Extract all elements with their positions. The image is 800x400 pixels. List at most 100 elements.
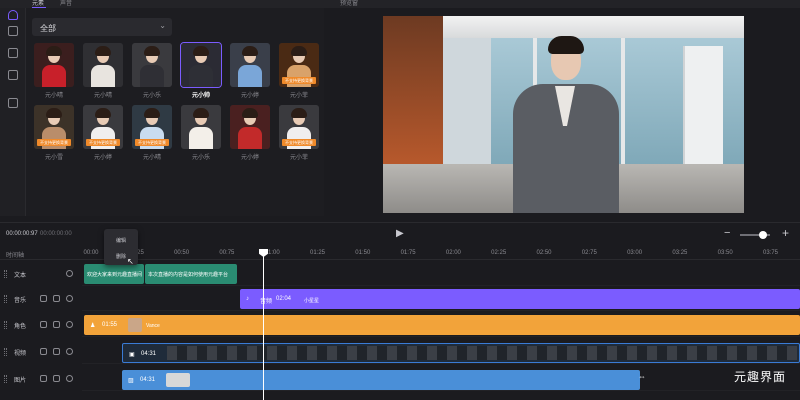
avatar-card[interactable]: 不支持更换背景 bbox=[132, 105, 172, 149]
role-name: Vance bbox=[146, 323, 160, 329]
avatar-body bbox=[42, 65, 66, 87]
filter-select[interactable]: 全部 ⌄ bbox=[32, 18, 172, 36]
avatar-card[interactable] bbox=[181, 105, 221, 149]
avatar-hair bbox=[242, 46, 258, 56]
lock-icon[interactable] bbox=[53, 295, 60, 302]
play-icon[interactable]: ▶ bbox=[396, 228, 404, 239]
image-thumbnail bbox=[166, 373, 190, 387]
avatar-hair bbox=[95, 108, 111, 118]
volume-icon[interactable] bbox=[40, 348, 47, 355]
lock-icon[interactable] bbox=[53, 348, 60, 355]
ruler-tick-label: 01:75 bbox=[400, 250, 416, 256]
ruler-tick-label: 03:50 bbox=[717, 250, 733, 256]
preview-canvas bbox=[383, 16, 744, 213]
drag-handle-icon[interactable] bbox=[4, 375, 7, 383]
drag-handle-icon[interactable] bbox=[4, 348, 7, 356]
eye-icon[interactable] bbox=[66, 270, 73, 277]
avatar-card[interactable] bbox=[34, 43, 74, 87]
avatar-name: 元小晴 bbox=[93, 93, 112, 99]
avatar-icon[interactable] bbox=[8, 10, 18, 20]
avatar-card[interactable]: 不支持更换背景 bbox=[279, 105, 319, 149]
avatar-hair bbox=[193, 46, 209, 56]
media-icon[interactable] bbox=[8, 98, 18, 108]
avatar-card[interactable] bbox=[230, 105, 270, 149]
watermark: 元趣界面 bbox=[734, 370, 787, 384]
track-name: 音乐 bbox=[14, 298, 27, 304]
playhead-line[interactable] bbox=[263, 250, 264, 400]
zoom-in-button[interactable]: + bbox=[782, 226, 789, 240]
avatar-body bbox=[189, 65, 213, 87]
text-clip-label: 本次直播的内容是如何使用元趣平台 bbox=[148, 272, 229, 278]
video-clip[interactable]: ▣ 04:31 bbox=[122, 343, 800, 363]
total-time: 00:00:00:00 bbox=[40, 231, 72, 237]
image-clip[interactable]: ▨ 04:31 bbox=[122, 370, 640, 390]
eye-icon[interactable] bbox=[66, 321, 73, 328]
avatar-body bbox=[238, 127, 262, 149]
eye-icon[interactable] bbox=[66, 348, 73, 355]
preview-tab[interactable]: 预览窗 bbox=[340, 0, 358, 8]
lock-icon[interactable] bbox=[53, 375, 60, 382]
video-duration: 04:31 bbox=[141, 351, 157, 357]
music-duration: 02:04 bbox=[276, 296, 292, 302]
track-name: 文本 bbox=[14, 273, 27, 279]
context-menu-delete[interactable]: 删除 bbox=[116, 253, 126, 260]
avatar-card[interactable] bbox=[230, 43, 270, 87]
timeline-title: 时间轴 bbox=[6, 253, 25, 259]
text-clip[interactable]: 本次直播的内容是如何使用元趣平台 bbox=[145, 264, 237, 284]
track-name: 图片 bbox=[14, 378, 27, 384]
role-thumbnail bbox=[128, 318, 142, 332]
avatar-card[interactable] bbox=[180, 42, 222, 88]
avatar-body bbox=[91, 65, 115, 87]
template-icon[interactable] bbox=[8, 48, 18, 58]
eye-icon[interactable] bbox=[66, 375, 73, 382]
context-menu-edit[interactable]: 编辑 bbox=[116, 237, 126, 244]
drag-handle-icon[interactable] bbox=[4, 270, 7, 278]
avatar-tag: 不支持更换背景 bbox=[86, 139, 120, 146]
avatar-name: 元小乐 bbox=[142, 93, 161, 99]
avatar-card[interactable] bbox=[83, 43, 123, 87]
track-header: 音乐 bbox=[0, 287, 82, 311]
ruler-tick-label: 03:75 bbox=[762, 250, 779, 256]
eye-icon[interactable] bbox=[66, 295, 73, 302]
volume-icon[interactable] bbox=[40, 321, 47, 328]
avatar-card[interactable]: 不支持更换背景 bbox=[34, 105, 74, 149]
lock-icon[interactable] bbox=[53, 321, 60, 328]
preview-door bbox=[683, 46, 723, 164]
ruler-tick-label: 03:00 bbox=[627, 250, 643, 256]
text-clip[interactable]: 欢迎大家来到元趣直播间 bbox=[84, 264, 144, 284]
avatar-name: 元小乐 bbox=[191, 155, 210, 161]
image-icon: ▨ bbox=[128, 378, 134, 384]
zoom-out-button[interactable]: − bbox=[724, 227, 730, 239]
avatar-hair bbox=[95, 46, 111, 56]
drag-handle-icon[interactable] bbox=[4, 295, 7, 303]
avatar-name: 元小婷 bbox=[93, 155, 112, 161]
ruler-tick-label: 00:00 bbox=[83, 250, 99, 256]
track-header: 角色 bbox=[0, 313, 82, 337]
avatar-card[interactable]: 不支持更换背景 bbox=[279, 43, 319, 87]
filter-select-label: 全部 bbox=[40, 24, 56, 33]
ruler-tick-label: 02:75 bbox=[581, 250, 597, 256]
avatar-hair bbox=[144, 46, 160, 56]
music-clip[interactable]: ♪ 音频 02:04 小星星 bbox=[240, 289, 800, 309]
track-name: 角色 bbox=[14, 324, 27, 330]
role-clip[interactable]: ♟ 01:55 Vance bbox=[84, 315, 800, 335]
avatar-hair bbox=[291, 108, 307, 118]
avatar-name: 元小菲 bbox=[289, 155, 308, 161]
avatar-name: 元小晴 bbox=[142, 155, 161, 161]
track-name: 视频 bbox=[14, 351, 27, 357]
music-clip-label: 音频 bbox=[260, 299, 273, 305]
volume-icon[interactable] bbox=[40, 295, 47, 302]
tab-sound[interactable]: 声音 bbox=[60, 0, 72, 8]
resize-handle-icon[interactable]: ⇔ bbox=[638, 372, 648, 388]
preview-header bbox=[326, 0, 800, 8]
chevron-down-icon: ⌄ bbox=[159, 21, 166, 30]
volume-icon[interactable] bbox=[40, 375, 47, 382]
drag-handle-icon[interactable] bbox=[4, 321, 7, 329]
zoom-slider-handle[interactable] bbox=[759, 231, 767, 239]
avatar-card[interactable]: 不支持更换背景 bbox=[83, 105, 123, 149]
ruler-tick-label: 01:50 bbox=[355, 250, 371, 256]
text-icon[interactable] bbox=[8, 26, 18, 36]
background-icon[interactable] bbox=[8, 70, 18, 80]
avatar-card[interactable] bbox=[132, 43, 172, 87]
avatar-body bbox=[189, 127, 213, 149]
